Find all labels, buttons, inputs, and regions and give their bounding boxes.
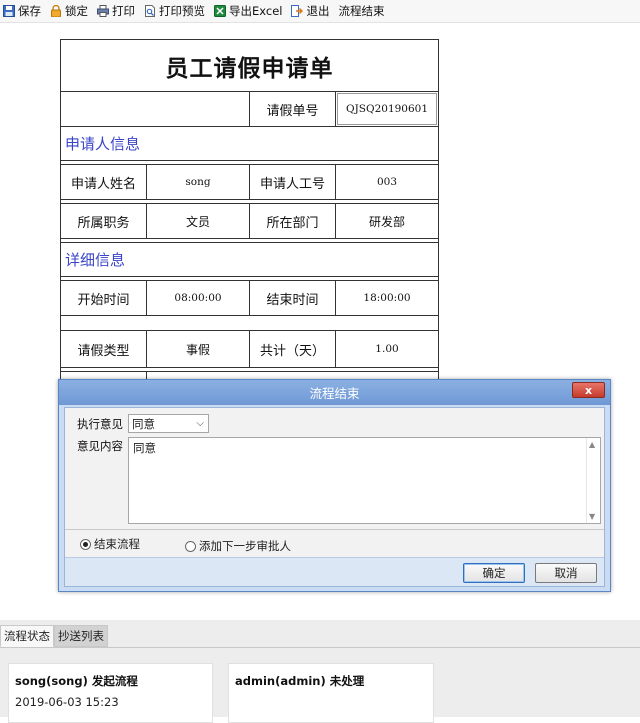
print-icon xyxy=(97,5,109,17)
radio-add-approver[interactable]: 添加下一步审批人 xyxy=(185,538,291,554)
opinion-value: 同意 xyxy=(132,416,155,431)
toolbar: 保存 锁定 打印 打印预览 导出Excel 退出 流程结束 xyxy=(0,0,640,23)
dialog-title: 流程结束 xyxy=(59,380,610,405)
start-value[interactable]: 08:00:00 xyxy=(147,281,250,315)
form-number-row: 请假单号 QJSQ20190601 xyxy=(61,92,438,127)
radio-unchecked-icon xyxy=(185,540,196,552)
content-value: 同意 xyxy=(133,441,156,455)
applicant-row-2: 所属职务 文员 所在部门 研发部 xyxy=(61,204,438,239)
status-card: song(song) 发起流程 2019-06-03 15:23 xyxy=(8,663,213,723)
position-value[interactable]: 文员 xyxy=(147,204,250,238)
ok-button[interactable]: 确定 xyxy=(463,563,525,583)
opinion-select[interactable]: 同意 ⌵ xyxy=(128,414,209,433)
textarea-scrollbar[interactable]: ▲ ▼ xyxy=(586,438,600,523)
content-label: 意见内容 xyxy=(77,439,123,453)
tab-process-status[interactable]: 流程状态 xyxy=(0,625,54,647)
spacer-row xyxy=(61,316,438,331)
print-preview-label: 打印预览 xyxy=(159,4,205,18)
empno-value[interactable]: 003 xyxy=(336,165,438,199)
type-value[interactable]: 事假 xyxy=(147,331,250,367)
print-button[interactable]: 打印 xyxy=(97,3,135,19)
scroll-down-icon[interactable]: ▼ xyxy=(589,512,595,521)
dialog-body: 执行意见 同意 ⌵ 意见内容 同意 ▲ ▼ 结束流程 添加下一步审批人 确定 取… xyxy=(64,407,605,587)
close-button[interactable]: x xyxy=(572,382,605,398)
lock-icon xyxy=(50,4,62,18)
detail-row-1: 开始时间 08:00:00 结束时间 18:00:00 xyxy=(61,281,438,316)
save-label: 保存 xyxy=(18,4,41,18)
type-label: 请假类型 xyxy=(61,331,147,367)
form-title: 员工请假申请单 xyxy=(61,40,438,92)
section-applicant: 申请人信息 xyxy=(61,127,438,161)
status-who: admin(admin) 未处理 xyxy=(235,674,365,688)
print-label: 打印 xyxy=(112,4,135,18)
dialog-footer: 确定 取消 xyxy=(65,557,604,586)
detail-row-2: 请假类型 事假 共计（天） 1.00 xyxy=(61,331,438,368)
close-icon: x xyxy=(584,383,593,397)
status-time: 2019-06-03 15:23 xyxy=(15,695,119,709)
start-label: 开始时间 xyxy=(61,281,147,315)
exit-label: 退出 xyxy=(306,4,330,18)
print-preview-button[interactable]: 打印预览 xyxy=(144,3,205,19)
end-value[interactable]: 18:00:00 xyxy=(336,281,438,315)
end-process-button[interactable]: 流程结束 xyxy=(338,3,384,19)
tab-cc-list[interactable]: 抄送列表 xyxy=(54,625,108,647)
empty-cell xyxy=(61,92,250,126)
bottom-tabs: 流程状态 抄送列表 xyxy=(0,625,108,647)
lock-button[interactable]: 锁定 xyxy=(50,3,88,19)
number-label: 请假单号 xyxy=(250,92,336,126)
content-textarea[interactable]: 同意 ▲ ▼ xyxy=(128,437,601,524)
position-label: 所属职务 xyxy=(61,204,147,238)
export-excel-button[interactable]: 导出Excel xyxy=(214,3,282,19)
export-excel-label: 导出Excel xyxy=(229,4,283,18)
save-icon xyxy=(3,5,15,17)
exit-icon xyxy=(291,5,304,17)
end-label: 结束时间 xyxy=(250,281,336,315)
tab-divider xyxy=(0,647,640,648)
name-label: 申请人姓名 xyxy=(61,165,147,199)
empno-label: 申请人工号 xyxy=(250,165,336,199)
bottom-panel: 流程状态 抄送列表 song(song) 发起流程 2019-06-03 15:… xyxy=(0,620,640,723)
section-detail: 详细信息 xyxy=(61,243,438,277)
radio-checked-icon xyxy=(80,538,91,550)
name-value[interactable]: song xyxy=(147,165,250,199)
save-button[interactable]: 保存 xyxy=(3,3,41,19)
dept-value[interactable]: 研发部 xyxy=(336,204,438,238)
lock-label: 锁定 xyxy=(65,4,88,18)
scroll-up-icon[interactable]: ▲ xyxy=(589,440,595,449)
radio-next-label: 添加下一步审批人 xyxy=(199,539,291,553)
number-value[interactable]: QJSQ20190601 xyxy=(337,93,437,125)
total-value[interactable]: 1.00 xyxy=(336,331,438,367)
dept-label: 所在部门 xyxy=(250,204,336,238)
status-who: song(song) 发起流程 xyxy=(15,674,138,688)
total-label: 共计（天） xyxy=(250,331,336,367)
cancel-button[interactable]: 取消 xyxy=(535,563,597,583)
radio-end-label: 结束流程 xyxy=(94,537,140,551)
excel-icon xyxy=(214,5,226,17)
end-process-label: 流程结束 xyxy=(338,4,385,18)
chevron-down-icon: ⌵ xyxy=(196,418,204,429)
dialog-divider xyxy=(65,529,604,530)
print-preview-icon xyxy=(144,5,156,17)
applicant-row-1: 申请人姓名 song 申请人工号 003 xyxy=(61,165,438,200)
radio-end-process[interactable]: 结束流程 xyxy=(80,536,140,552)
leave-request-form: 员工请假申请单 请假单号 QJSQ20190601 申请人信息 申请人姓名 so… xyxy=(60,39,439,393)
end-process-dialog: 流程结束 x 执行意见 同意 ⌵ 意见内容 同意 ▲ ▼ 结束流程 添加下一步审… xyxy=(58,379,611,592)
status-card: admin(admin) 未处理 xyxy=(228,663,434,723)
exit-button[interactable]: 退出 xyxy=(291,3,329,19)
opinion-label: 执行意见 xyxy=(77,417,123,431)
